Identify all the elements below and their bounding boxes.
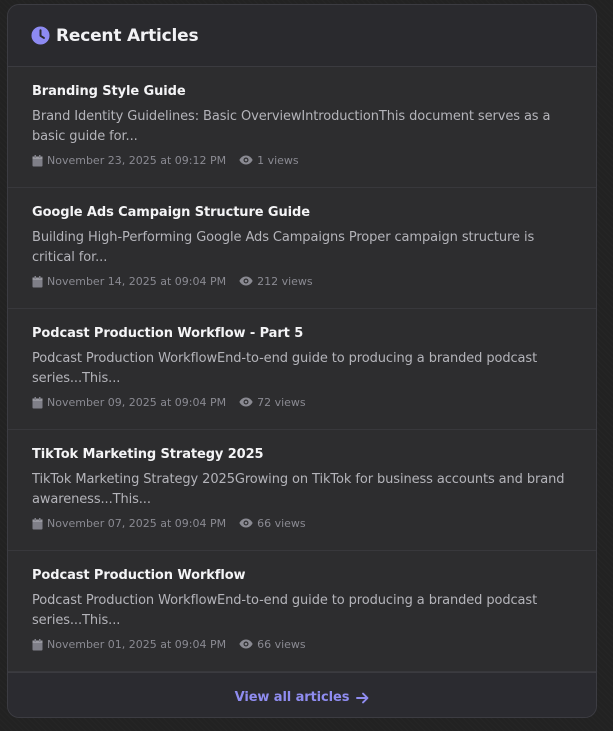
calendar-icon — [32, 155, 43, 167]
eye-icon — [239, 518, 253, 530]
article-title[interactable]: Podcast Production Workflow — [32, 568, 572, 584]
arrow-right-icon — [356, 692, 369, 704]
recent-articles-card: Recent Articles Branding Style Guide Bra… — [7, 4, 597, 718]
card-footer: View all articles — [8, 672, 596, 717]
article-item[interactable]: Branding Style Guide Brand Identity Guid… — [8, 67, 596, 188]
article-date: November 01, 2025 at 09:04 PM — [47, 638, 227, 651]
eye-icon — [239, 639, 253, 651]
calendar-icon — [32, 397, 43, 409]
article-meta: November 23, 2025 at 09:12 PM 1 views — [32, 154, 572, 168]
eye-icon — [239, 155, 253, 167]
card-header: Recent Articles — [8, 5, 596, 67]
calendar-icon — [32, 639, 43, 651]
article-excerpt: Podcast Production WorkflowEnd-to-end gu… — [32, 351, 538, 386]
article-views: 1 views — [257, 154, 299, 167]
article-views: 72 views — [257, 396, 306, 409]
article-views: 66 views — [257, 638, 306, 651]
article-date: November 23, 2025 at 09:12 PM — [47, 154, 227, 167]
article-title[interactable]: TikTok Marketing Strategy 2025 — [32, 447, 572, 463]
card-title: Recent Articles — [56, 25, 199, 46]
article-date: November 14, 2025 at 09:04 PM — [47, 275, 227, 288]
article-meta: November 14, 2025 at 09:04 PM 212 views — [32, 275, 572, 289]
article-views: 212 views — [257, 275, 313, 288]
article-views: 66 views — [257, 517, 306, 530]
article-excerpt: TikTok Marketing Strategy 2025Growing on… — [32, 472, 565, 507]
article-excerpt: Brand Identity Guidelines: Basic Overvie… — [32, 109, 551, 144]
articles-list: Branding Style Guide Brand Identity Guid… — [8, 67, 596, 672]
article-date: November 09, 2025 at 09:04 PM — [47, 396, 227, 409]
article-item[interactable]: Podcast Production Workflow Podcast Prod… — [8, 551, 596, 672]
view-all-articles-link[interactable]: View all articles — [235, 690, 370, 705]
article-date: November 07, 2025 at 09:04 PM — [47, 517, 227, 530]
calendar-icon — [32, 276, 43, 288]
article-meta: November 09, 2025 at 09:04 PM 72 views — [32, 396, 572, 410]
article-item[interactable]: TikTok Marketing Strategy 2025 TikTok Ma… — [8, 430, 596, 551]
eye-icon — [239, 276, 253, 288]
article-excerpt: Building High-Performing Google Ads Camp… — [32, 230, 535, 265]
view-all-label: View all articles — [234, 690, 350, 705]
article-title[interactable]: Google Ads Campaign Structure Guide — [32, 205, 572, 221]
article-meta: November 07, 2025 at 09:04 PM 66 views — [32, 517, 572, 531]
calendar-icon — [32, 518, 43, 530]
article-meta: November 01, 2025 at 09:04 PM 66 views — [32, 638, 572, 652]
article-excerpt: Podcast Production WorkflowEnd-to-end gu… — [32, 593, 538, 628]
article-title[interactable]: Podcast Production Workflow - Part 5 — [32, 326, 572, 342]
article-title[interactable]: Branding Style Guide — [32, 84, 572, 100]
clock-icon — [31, 26, 50, 45]
article-item[interactable]: Google Ads Campaign Structure Guide Buil… — [8, 188, 596, 309]
eye-icon — [239, 397, 253, 409]
article-item[interactable]: Podcast Production Workflow - Part 5 Pod… — [8, 309, 596, 430]
